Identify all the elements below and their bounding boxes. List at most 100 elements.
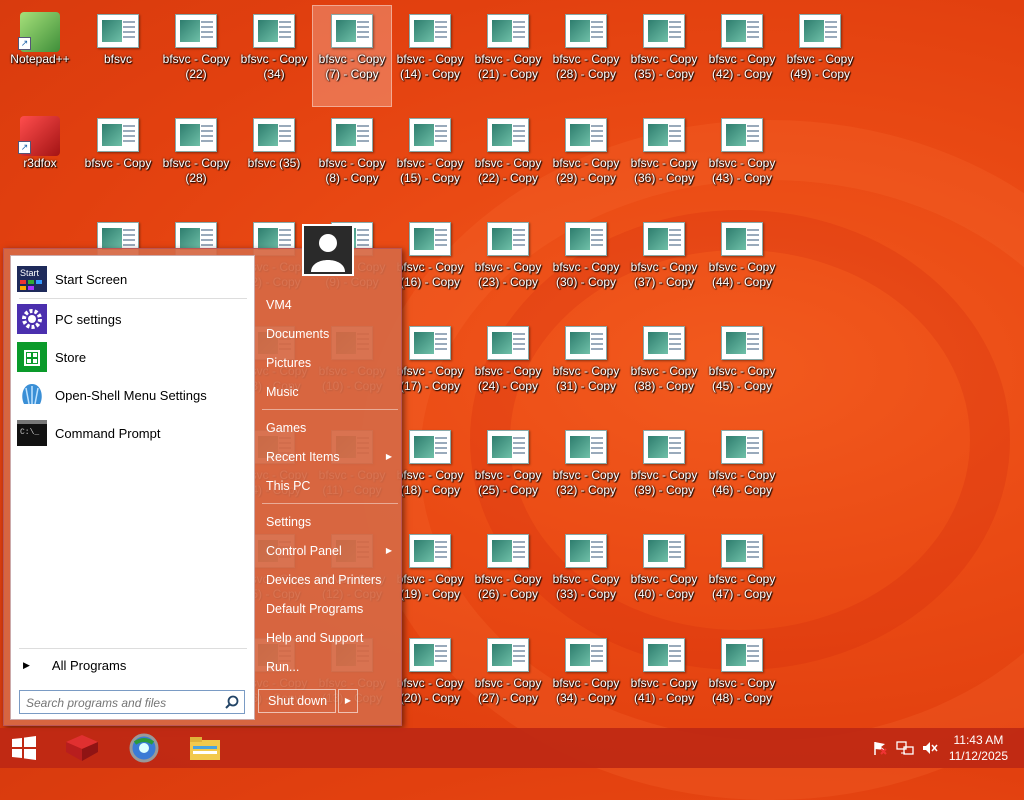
desktop-icon[interactable]: bfsvc - Copy (8) - Copy: [313, 110, 391, 210]
desktop-icon[interactable]: bfsvc - Copy (21) - Copy: [469, 6, 547, 106]
desktop-icon[interactable]: bfsvc - Copy (37) - Copy: [625, 214, 703, 314]
desktop-icon-label: bfsvc - Copy (28): [162, 156, 230, 185]
desktop-icon[interactable]: bfsvc - Copy (29) - Copy: [547, 110, 625, 210]
taskbar-file-explorer[interactable]: [181, 728, 229, 768]
file-icon: [408, 116, 452, 154]
link-help-support[interactable]: Help and Support: [266, 627, 396, 649]
desktop-icon[interactable]: bfsvc - Copy (34) - Copy: [547, 630, 625, 730]
desktop-icon[interactable]: ↗ Notepad++: [1, 6, 79, 106]
desktop-icon[interactable]: bfsvc - Copy (25) - Copy: [469, 422, 547, 522]
desktop-icon[interactable]: bfsvc - Copy (47) - Copy: [703, 526, 781, 626]
desktop-icon[interactable]: ↗ r3dfox: [1, 110, 79, 210]
browser-globe-icon: [129, 733, 159, 763]
search-input[interactable]: [24, 692, 223, 714]
pinned-pc-settings[interactable]: PC settings: [17, 302, 249, 336]
file-icon: [408, 428, 452, 466]
search-icon[interactable]: [225, 695, 239, 714]
start-menu: Start Start Screen PC settings Store Ope…: [3, 224, 402, 726]
desktop-icon[interactable]: bfsvc - Copy (17) - Copy: [391, 318, 469, 418]
desktop-icon[interactable]: bfsvc - Copy (40) - Copy: [625, 526, 703, 626]
link-pictures[interactable]: Pictures: [266, 352, 396, 374]
shutdown-options-button[interactable]: ▶: [338, 689, 358, 713]
desktop-icon-label: bfsvc - Copy (46) - Copy: [708, 468, 776, 497]
taskbar-r3dfox[interactable]: [58, 728, 106, 768]
desktop-icon[interactable]: bfsvc - Copy (15) - Copy: [391, 110, 469, 210]
start-button[interactable]: [0, 728, 48, 768]
desktop-icon[interactable]: bfsvc - Copy (18) - Copy: [391, 422, 469, 522]
desktop-icon[interactable]: bfsvc - Copy (49) - Copy: [781, 6, 859, 106]
desktop-icon[interactable]: bfsvc - Copy (20) - Copy: [391, 630, 469, 730]
pinned-command-prompt[interactable]: C:\_ Command Prompt: [17, 416, 249, 450]
desktop-icon[interactable]: bfsvc (35): [235, 110, 313, 210]
desktop-icon[interactable]: bfsvc - Copy (46) - Copy: [703, 422, 781, 522]
desktop-icon-label: bfsvc - Copy (7) - Copy: [318, 52, 386, 81]
taskbar-clock[interactable]: 11:43 AM 11/12/2025: [949, 732, 1008, 764]
link-settings[interactable]: Settings: [266, 511, 396, 533]
link-music[interactable]: Music: [266, 381, 396, 403]
desktop-icon[interactable]: bfsvc - Copy (41) - Copy: [625, 630, 703, 730]
pinned-open-shell-settings[interactable]: Open-Shell Menu Settings: [17, 378, 249, 412]
pinned-label: PC settings: [55, 311, 122, 327]
desktop-icon-label: bfsvc - Copy (49) - Copy: [786, 52, 854, 81]
taskbar-browser[interactable]: [120, 728, 168, 768]
file-icon: [486, 12, 530, 50]
desktop-icon[interactable]: bfsvc - Copy (28) - Copy: [547, 6, 625, 106]
shutdown-button[interactable]: Shut down: [258, 689, 336, 713]
file-icon: [720, 12, 764, 50]
desktop-icon[interactable]: bfsvc - Copy (36) - Copy: [625, 110, 703, 210]
desktop-icon[interactable]: bfsvc - Copy (31) - Copy: [547, 318, 625, 418]
desktop-icon[interactable]: bfsvc - Copy (48) - Copy: [703, 630, 781, 730]
search-box[interactable]: [19, 690, 245, 714]
desktop-icon[interactable]: bfsvc - Copy (19) - Copy: [391, 526, 469, 626]
desktop-icon[interactable]: bfsvc - Copy (28): [157, 110, 235, 210]
file-icon: [564, 532, 608, 570]
desktop-icon[interactable]: bfsvc - Copy (27) - Copy: [469, 630, 547, 730]
link-games[interactable]: Games: [266, 417, 396, 439]
pinned-store[interactable]: Store: [17, 340, 249, 374]
taskbar: 11:43 AM 11/12/2025: [0, 728, 1024, 768]
desktop-icon[interactable]: bfsvc - Copy: [79, 110, 157, 210]
file-icon: [330, 116, 374, 154]
desktop-icon[interactable]: bfsvc - Copy (14) - Copy: [391, 6, 469, 106]
desktop-icon[interactable]: bfsvc - Copy (34): [235, 6, 313, 106]
link-vm4[interactable]: VM4: [266, 294, 396, 316]
pinned-label: Store: [55, 349, 87, 365]
network-icon[interactable]: [893, 728, 917, 768]
desktop-icon[interactable]: bfsvc - Copy (45) - Copy: [703, 318, 781, 418]
desktop-icon[interactable]: bfsvc - Copy (24) - Copy: [469, 318, 547, 418]
desktop-icon[interactable]: bfsvc - Copy (30) - Copy: [547, 214, 625, 314]
desktop-icon[interactable]: bfsvc - Copy (43) - Copy: [703, 110, 781, 210]
desktop-icon[interactable]: bfsvc - Copy (44) - Copy: [703, 214, 781, 314]
desktop-icon[interactable]: bfsvc - Copy (35) - Copy: [625, 6, 703, 106]
desktop-icon[interactable]: bfsvc - Copy (26) - Copy: [469, 526, 547, 626]
desktop-icon[interactable]: bfsvc - Copy (38) - Copy: [625, 318, 703, 418]
file-icon: [720, 116, 764, 154]
desktop-icon[interactable]: bfsvc - Copy (33) - Copy: [547, 526, 625, 626]
action-center-flag-icon[interactable]: [868, 728, 892, 768]
desktop-icon[interactable]: bfsvc - Copy (23) - Copy: [469, 214, 547, 314]
desktop-icon[interactable]: bfsvc - Copy (16) - Copy: [391, 214, 469, 314]
desktop-icon[interactable]: bfsvc - Copy (7) - Copy: [312, 5, 392, 107]
desktop-icon[interactable]: bfsvc - Copy (32) - Copy: [547, 422, 625, 522]
link-devices-printers[interactable]: Devices and Printers: [266, 569, 396, 591]
desktop-icon[interactable]: bfsvc - Copy (39) - Copy: [625, 422, 703, 522]
gear-icon: [17, 304, 47, 334]
link-documents[interactable]: Documents: [266, 323, 396, 345]
user-avatar[interactable]: [302, 224, 354, 276]
link-default-programs[interactable]: Default Programs: [266, 598, 396, 620]
link-run[interactable]: Run...: [266, 656, 396, 678]
volume-muted-icon[interactable]: [918, 728, 942, 768]
link-recent-items[interactable]: Recent Items ▶: [266, 446, 396, 468]
desktop-icon-label: bfsvc - Copy (30) - Copy: [552, 260, 620, 289]
link-this-pc[interactable]: This PC: [266, 475, 396, 497]
desktop-icon[interactable]: bfsvc - Copy (42) - Copy: [703, 6, 781, 106]
file-icon: [720, 636, 764, 674]
pinned-start-screen[interactable]: Start Start Screen: [17, 262, 249, 296]
desktop-icon[interactable]: bfsvc: [79, 6, 157, 106]
desktop-icon[interactable]: bfsvc - Copy (22): [157, 6, 235, 106]
all-programs-button[interactable]: ▶ All Programs: [17, 654, 249, 676]
link-control-panel[interactable]: Control Panel ▶: [266, 540, 396, 562]
file-icon: [642, 220, 686, 258]
desktop-icon-label: bfsvc - Copy (47) - Copy: [708, 572, 776, 601]
desktop-icon[interactable]: bfsvc - Copy (22) - Copy: [469, 110, 547, 210]
